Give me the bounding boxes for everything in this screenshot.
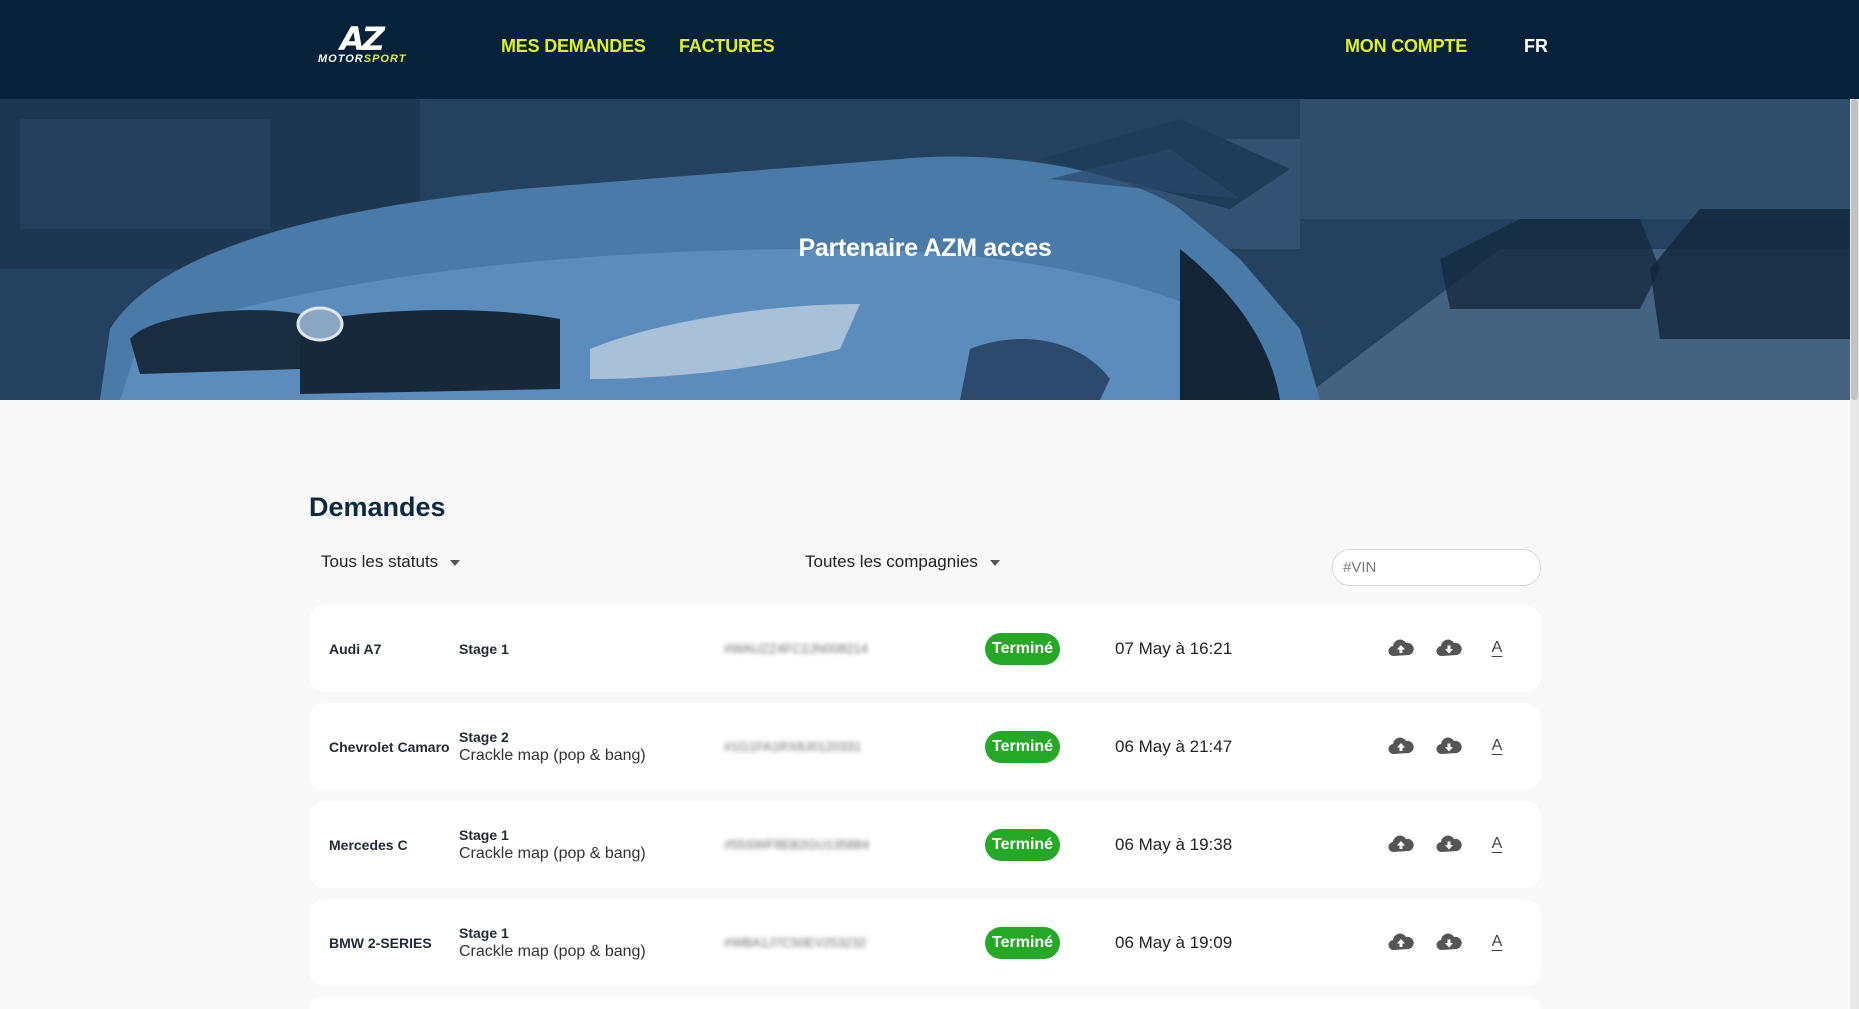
caret-down-icon bbox=[989, 559, 1000, 566]
stage-label: Stage 1 bbox=[459, 640, 509, 657]
text-format-icon[interactable]: A bbox=[1484, 635, 1510, 661]
status-filter-dropdown[interactable]: Tous les statuts bbox=[321, 552, 461, 572]
request-date: 06 May à 21:47 bbox=[1115, 736, 1233, 756]
logo-sport-text: SPORT bbox=[363, 53, 407, 65]
nav-mes-demandes[interactable]: MES DEMANDES bbox=[501, 36, 646, 57]
az-motorsport-logo[interactable]: AZ MOTORSPORT bbox=[318, 22, 442, 68]
request-row[interactable]: BMW 2-SERIES Stage 1 Crackle map (pop & … bbox=[309, 899, 1541, 986]
cloud-upload-icon[interactable] bbox=[1388, 929, 1414, 955]
hero-title: Partenaire AZM acces bbox=[798, 234, 1052, 262]
status-filter-label: Tous les statuts bbox=[321, 552, 439, 571]
text-format-icon[interactable]: A bbox=[1484, 929, 1510, 955]
option-label: Crackle map (pop & bang) bbox=[459, 844, 646, 862]
nav-mon-compte[interactable]: MON COMPTE bbox=[1345, 36, 1467, 57]
status-badge: Terminé bbox=[985, 927, 1061, 959]
stage-label: Stage 2 bbox=[459, 728, 509, 745]
section-title: Demandes bbox=[309, 492, 446, 522]
car-model: Mercedes C bbox=[329, 836, 408, 853]
company-filter-dropdown[interactable]: Toutes les compagnies bbox=[805, 552, 1000, 572]
request-row[interactable]: Mercedes C Stage 1 Crackle map (pop & ba… bbox=[309, 801, 1541, 888]
cloud-download-icon[interactable] bbox=[1436, 831, 1462, 857]
scrollbar-thumb[interactable] bbox=[1851, 99, 1858, 400]
company-filter-label: Toutes les compagnies bbox=[805, 552, 978, 571]
vin-value: #WAUZZ4FC2JN008214 bbox=[724, 641, 869, 656]
hero-banner: Partenaire AZM acces bbox=[0, 99, 1850, 400]
vin-search-input[interactable] bbox=[1332, 549, 1541, 586]
caret-down-icon bbox=[450, 559, 461, 566]
request-date: 07 May à 16:21 bbox=[1115, 638, 1233, 658]
request-row[interactable]: Audi A7 Stage 1 #WAUZZ4FC2JN008214 Termi… bbox=[309, 605, 1541, 692]
status-badge: Terminé bbox=[985, 633, 1061, 665]
text-format-icon[interactable]: A bbox=[1484, 733, 1510, 759]
text-format-icon[interactable]: A bbox=[1484, 831, 1510, 857]
top-navbar: AZ MOTORSPORT MES DEMANDES FACTURES MON … bbox=[0, 0, 1859, 99]
cloud-upload-icon[interactable] bbox=[1388, 635, 1414, 661]
option-label: Crackle map (pop & bang) bbox=[459, 942, 646, 960]
cloud-download-icon[interactable] bbox=[1436, 929, 1462, 955]
logo-motor-text: MOTOR bbox=[318, 53, 364, 65]
option-label: Crackle map (pop & bang) bbox=[459, 746, 646, 764]
vin-value: #1G1FA1RX8J0120331 bbox=[724, 739, 862, 754]
vin-value: #55SWF8EB2GU135884 bbox=[724, 837, 870, 852]
stage-label: Stage 1 bbox=[459, 924, 509, 941]
cloud-download-icon[interactable] bbox=[1436, 733, 1462, 759]
car-model: BMW 2-SERIES bbox=[329, 934, 432, 951]
car-model: Chevrolet Camaro bbox=[329, 738, 450, 755]
request-date: 06 May à 19:38 bbox=[1115, 834, 1233, 854]
request-row[interactable] bbox=[309, 997, 1541, 1009]
request-date: 06 May à 19:09 bbox=[1115, 932, 1233, 952]
nav-factures[interactable]: FACTURES bbox=[679, 36, 775, 57]
vin-value: #WBA1J7C50EV253232 bbox=[724, 935, 867, 950]
cloud-upload-icon[interactable] bbox=[1388, 831, 1414, 857]
status-badge: Terminé bbox=[985, 731, 1061, 763]
status-badge: Terminé bbox=[985, 829, 1061, 861]
cloud-download-icon[interactable] bbox=[1436, 635, 1462, 661]
stage-label: Stage 1 bbox=[459, 826, 509, 843]
car-model: Audi A7 bbox=[329, 640, 382, 657]
page-scrollbar[interactable] bbox=[1850, 99, 1859, 1009]
cloud-upload-icon[interactable] bbox=[1388, 733, 1414, 759]
language-selector[interactable]: FR bbox=[1524, 36, 1548, 57]
request-row[interactable]: Chevrolet Camaro Stage 2 Crackle map (po… bbox=[309, 703, 1541, 790]
